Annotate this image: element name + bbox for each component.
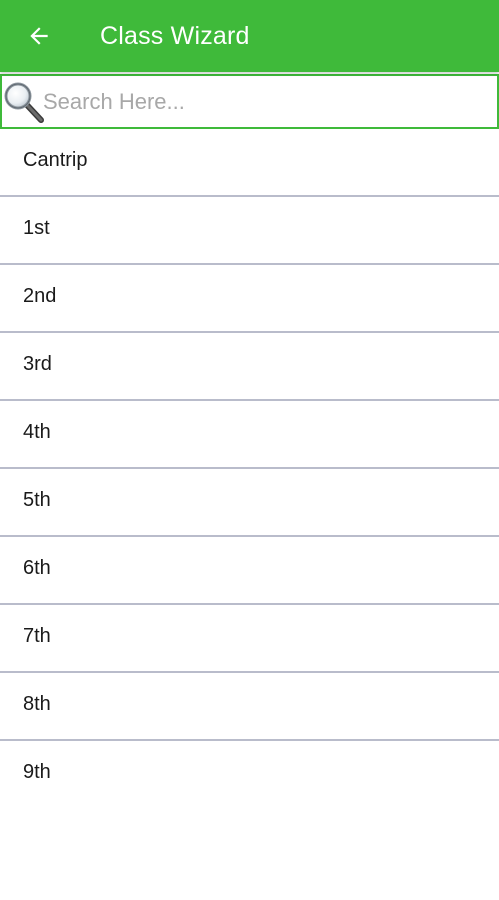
- back-button[interactable]: [0, 0, 78, 72]
- list-item[interactable]: 9th: [0, 741, 499, 807]
- app-bar: Class Wizard: [0, 0, 499, 72]
- list-item-label: 6th: [23, 557, 51, 579]
- list-item[interactable]: 8th: [0, 673, 499, 741]
- list-item-label: 2nd: [23, 285, 57, 307]
- list-item-label: 9th: [23, 761, 51, 783]
- magnifier-icon: [2, 79, 46, 125]
- page-title: Class Wizard: [100, 21, 250, 50]
- list-item-label: Cantrip: [23, 149, 88, 171]
- list-item[interactable]: 4th: [0, 401, 499, 469]
- list-item[interactable]: 1st: [0, 197, 499, 265]
- list-item[interactable]: 6th: [0, 537, 499, 605]
- search-bar[interactable]: [0, 74, 499, 129]
- list-item-label: 5th: [23, 489, 51, 511]
- item-list: Cantrip 1st 2nd 3rd 4th 5th 6th 7th 8th …: [0, 129, 499, 807]
- list-item-label: 8th: [23, 693, 51, 715]
- list-item-label: 1st: [23, 217, 50, 239]
- list-item-label: 3rd: [23, 353, 52, 375]
- list-item[interactable]: Cantrip: [0, 129, 499, 197]
- arrow-left-icon: [30, 27, 48, 45]
- list-item-label: 4th: [23, 421, 51, 443]
- app-screen: Class Wizard Cantrip: [0, 0, 499, 900]
- list-item[interactable]: 3rd: [0, 333, 499, 401]
- list-item[interactable]: 7th: [0, 605, 499, 673]
- list-item[interactable]: 5th: [0, 469, 499, 537]
- list-item-label: 7th: [23, 625, 51, 647]
- search-input[interactable]: [43, 78, 497, 125]
- list-item[interactable]: 2nd: [0, 265, 499, 333]
